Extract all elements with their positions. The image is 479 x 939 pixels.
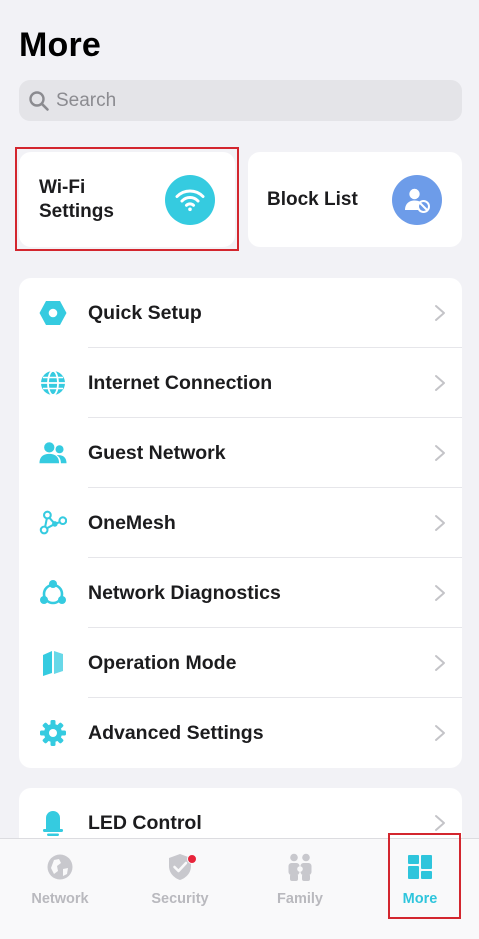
tab-label: More xyxy=(402,891,438,907)
grid-icon xyxy=(405,852,435,882)
chevron-right-icon xyxy=(435,585,445,601)
diagnostics-icon xyxy=(39,579,67,607)
menu-item-label: Internet Connection xyxy=(88,371,273,394)
guests-icon xyxy=(39,439,67,467)
block-list-tile[interactable]: Block List xyxy=(248,152,462,247)
search-icon xyxy=(29,90,49,111)
chevron-right-icon xyxy=(435,445,445,461)
tab-label: Family xyxy=(277,891,323,907)
search-bar[interactable] xyxy=(19,80,462,121)
menu-item-label: Advanced Settings xyxy=(88,721,264,744)
chevron-right-icon xyxy=(435,375,445,391)
block-user-icon xyxy=(392,175,442,225)
chevron-right-icon xyxy=(435,725,445,741)
more-screen: More Wi-Fi Settings Block List xyxy=(0,0,479,939)
page-title: More xyxy=(19,26,102,64)
family-icon xyxy=(285,852,315,882)
search-input[interactable] xyxy=(56,89,436,112)
menu-item-label: LED Control xyxy=(88,811,202,834)
menu-item-guest-network[interactable]: Guest Network xyxy=(19,418,462,488)
settings-menu: Quick Setup Internet Connection Guest Ne… xyxy=(19,278,462,768)
menu-item-operation-mode[interactable]: Operation Mode xyxy=(19,628,462,698)
globe-icon xyxy=(45,852,75,882)
menu-item-label: Quick Setup xyxy=(88,301,202,324)
chevron-right-icon xyxy=(435,305,445,321)
tab-label: Network xyxy=(31,891,89,907)
map-icon xyxy=(39,649,67,677)
shield-check-icon xyxy=(165,852,197,882)
menu-item-label: Operation Mode xyxy=(88,651,237,674)
menu-item-label: Guest Network xyxy=(88,441,226,464)
globe-icon xyxy=(39,369,67,397)
tab-network[interactable]: Network xyxy=(0,839,120,929)
tab-security[interactable]: Security xyxy=(120,839,240,929)
chevron-right-icon xyxy=(435,515,445,531)
bulb-icon xyxy=(39,809,67,837)
wifi-settings-tile[interactable]: Wi-Fi Settings xyxy=(19,152,235,247)
menu-item-label: OneMesh xyxy=(88,511,176,534)
hexagon-icon xyxy=(39,299,67,327)
menu-item-advanced-settings[interactable]: Advanced Settings xyxy=(19,698,462,768)
tab-label: Security xyxy=(151,891,209,907)
chevron-right-icon xyxy=(435,655,445,671)
menu-item-internet-connection[interactable]: Internet Connection xyxy=(19,348,462,418)
chevron-right-icon xyxy=(435,815,445,831)
menu-item-label: Network Diagnostics xyxy=(88,581,281,604)
mesh-icon xyxy=(39,509,67,537)
tab-bar: Network Security Family More xyxy=(0,838,479,939)
wifi-settings-label: Wi-Fi Settings xyxy=(39,177,114,222)
tab-more[interactable]: More xyxy=(360,839,479,929)
tab-family[interactable]: Family xyxy=(240,839,360,929)
menu-item-quick-setup[interactable]: Quick Setup xyxy=(19,278,462,348)
menu-item-onemesh[interactable]: OneMesh xyxy=(19,488,462,558)
block-list-label: Block List xyxy=(267,189,358,210)
gear-icon xyxy=(39,719,67,747)
wifi-icon xyxy=(165,175,215,225)
notification-badge xyxy=(187,854,197,864)
menu-item-network-diagnostics[interactable]: Network Diagnostics xyxy=(19,558,462,628)
